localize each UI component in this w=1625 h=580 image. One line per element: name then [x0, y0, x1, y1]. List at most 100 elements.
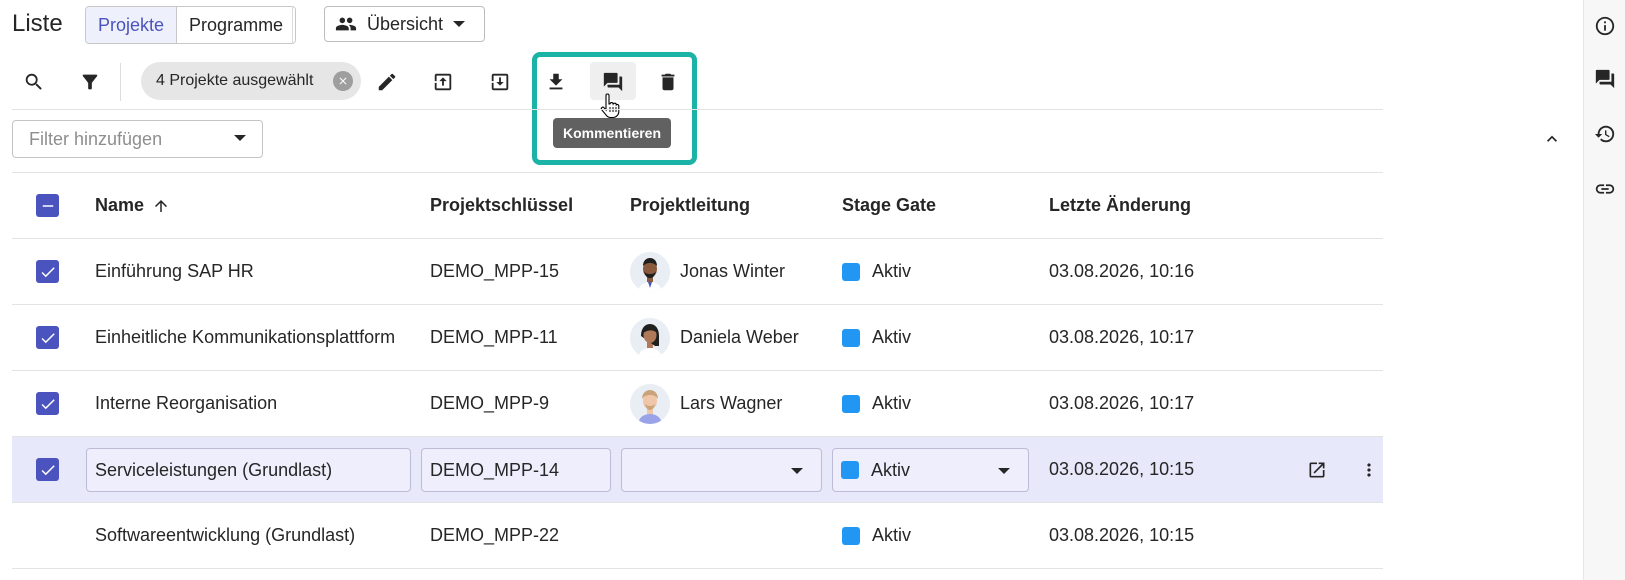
row-select-cell [36, 305, 59, 370]
right-rail [1583, 0, 1625, 580]
avatar [630, 251, 670, 292]
open-external-button[interactable] [1305, 458, 1329, 482]
row-key: DEMO_MPP-9 [430, 393, 550, 413]
avatar [630, 383, 670, 424]
row-lead-name: Jonas Winter [680, 261, 786, 281]
export-button[interactable] [427, 66, 459, 98]
upload-box-icon [434, 73, 452, 91]
filter-button[interactable] [74, 66, 106, 98]
row-name-value: Serviceleistungen (Grundlast) [95, 459, 333, 480]
edit-button[interactable] [371, 66, 403, 98]
row-lead-name: Lars Wagner [680, 393, 783, 413]
history-button[interactable] [1593, 122, 1617, 146]
check-icon [41, 266, 55, 277]
table-row-selected[interactable]: Serviceleistungen (Grundlast) DEMO_MPP-1… [12, 437, 1383, 503]
link-button[interactable] [1593, 177, 1617, 201]
row-stage-label: Aktiv [872, 393, 912, 413]
row-key-input[interactable]: DEMO_MPP-14 [421, 448, 611, 492]
column-header-lead[interactable]: Projektleitung [630, 173, 750, 238]
forum-icon [603, 72, 623, 92]
table-header-row: Name Projektschlüssel Projektleitung Sta… [12, 173, 1383, 239]
row-name: Softwareentwicklung (Grundlast) [95, 525, 356, 545]
row-key-value: DEMO_MPP-14 [430, 459, 560, 480]
row-select-cell [36, 239, 59, 304]
table-row[interactable]: Einheitliche Kommunikationsplattform DEM… [12, 305, 1383, 371]
people-icon [335, 17, 357, 31]
row-name: Einheitliche Kommunikationsplattform [95, 327, 396, 347]
row-stage-label: Aktiv [872, 261, 912, 281]
row-stage: Aktiv [842, 371, 911, 436]
open-in-new-icon [1309, 462, 1325, 478]
import-button[interactable] [484, 66, 516, 98]
row-name: Einführung SAP HR [95, 261, 254, 281]
minus-icon [42, 204, 53, 207]
download-box-icon [491, 73, 509, 91]
row-checkbox[interactable] [36, 392, 59, 415]
row-lead-select[interactable] [621, 448, 822, 492]
hand-cursor-icon [600, 93, 620, 119]
status-badge [842, 262, 860, 281]
delete-button[interactable] [652, 66, 684, 98]
column-header-key[interactable]: Projektschlüssel [430, 173, 573, 238]
download-button[interactable] [540, 66, 572, 98]
pencil-icon [378, 73, 396, 91]
search-button[interactable] [18, 66, 50, 98]
close-icon [339, 77, 347, 85]
status-badge [842, 526, 860, 545]
project-type-switch: Projekte Programme [85, 6, 297, 44]
row-modified: 03.08.2026, 10:17 [1049, 327, 1195, 347]
tab-projekte[interactable]: Projekte [86, 7, 177, 43]
check-icon [41, 398, 55, 409]
select-all-cell [36, 173, 59, 238]
page-title: Liste [12, 10, 63, 37]
avatar-person-icon [630, 251, 670, 292]
tab-programme[interactable]: Programme [176, 7, 296, 43]
row-modified: 03.08.2026, 10:15 [1049, 525, 1195, 545]
add-filter-select[interactable]: Filter hinzufügen [12, 120, 263, 158]
search-icon [25, 73, 42, 90]
project-table: Name Projektschlüssel Projektleitung Sta… [12, 173, 1383, 569]
row-name: Interne Reorganisation [95, 393, 278, 413]
forum-icon [1595, 69, 1615, 89]
row-stage-select[interactable]: Aktiv [832, 448, 1029, 492]
chevron-down-icon [791, 468, 803, 474]
view-select-label: Übersicht [367, 13, 444, 34]
filter-icon [82, 74, 98, 90]
avatar [630, 317, 670, 358]
history-icon [1594, 125, 1615, 143]
row-stage-value: Aktiv [871, 459, 911, 480]
row-key: DEMO_MPP-22 [430, 525, 560, 545]
table-row[interactable]: Softwareentwicklung (Grundlast) DEMO_MPP… [12, 503, 1383, 569]
row-checkbox[interactable] [36, 260, 59, 283]
row-key: DEMO_MPP-15 [430, 261, 560, 281]
comments-button[interactable] [1593, 67, 1617, 91]
row-checkbox[interactable] [36, 326, 59, 349]
row-more-button[interactable] [1357, 458, 1381, 482]
table-row[interactable]: Interne Reorganisation DEMO_MPP-9 Lars W… [12, 371, 1383, 437]
column-header-stage[interactable]: Stage Gate [842, 173, 936, 238]
check-icon [41, 332, 55, 343]
row-stage: Aktiv [842, 239, 911, 304]
row-modified: 03.08.2026, 10:17 [1049, 393, 1195, 413]
column-header-name[interactable]: Name [95, 173, 170, 238]
chevron-down-icon [234, 135, 246, 141]
table-row[interactable]: Einführung SAP HR DEMO_MPP-15 Jonas Wint… [12, 239, 1383, 305]
selection-chip: 4 Projekte ausgewählt [141, 62, 361, 100]
chevron-down-icon [998, 468, 1010, 474]
row-stage: Aktiv [842, 305, 911, 370]
more-vertical-icon [1367, 463, 1371, 477]
header-divider [292, 6, 293, 44]
select-all-checkbox[interactable] [36, 194, 59, 217]
selection-chip-label: 4 Projekte ausgewählt [156, 72, 314, 89]
status-badge [842, 328, 860, 347]
clear-selection-button[interactable] [333, 71, 353, 91]
info-button[interactable] [1593, 14, 1617, 38]
column-header-modified[interactable]: Letzte Änderung [1049, 173, 1191, 238]
view-select[interactable]: Übersicht [324, 6, 485, 42]
collapse-filter-button[interactable] [1542, 129, 1562, 149]
toolbar-separator [12, 109, 1383, 110]
row-checkbox[interactable] [36, 458, 59, 481]
row-modified: 03.08.2026, 10:16 [1049, 261, 1195, 281]
arrow-up-icon [155, 199, 168, 212]
row-name-input[interactable]: Serviceleistungen (Grundlast) [86, 448, 411, 492]
